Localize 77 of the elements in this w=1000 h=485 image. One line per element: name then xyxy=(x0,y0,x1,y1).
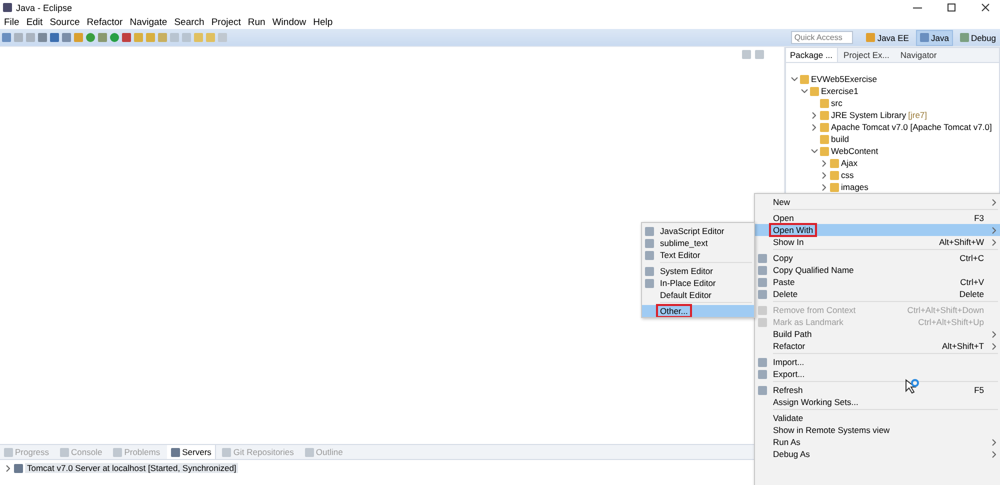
view-icon xyxy=(304,448,314,456)
view-icon xyxy=(113,448,122,456)
menu-item[interactable]: Run As xyxy=(755,436,1000,448)
menu-item[interactable]: Refresh F5 xyxy=(755,384,1000,396)
view-tab[interactable]: Servers xyxy=(167,445,216,459)
quick-access-field[interactable]: Quick Access xyxy=(791,31,854,44)
menu-bar-item[interactable]: Refactor xyxy=(86,16,123,28)
collapsed-icon[interactable] xyxy=(812,112,816,118)
menu-item[interactable]: Debug As xyxy=(755,448,1000,460)
menu-bar-item[interactable]: Edit xyxy=(26,16,43,28)
window-title: Java - Eclipse xyxy=(16,2,74,12)
menu-item[interactable]: sublime_text xyxy=(642,237,754,249)
tree-item-label[interactable]: Exercise1 xyxy=(821,86,858,96)
perspective-button[interactable]: Java EE xyxy=(862,30,913,46)
view-icon xyxy=(4,448,13,456)
menu-bar-item[interactable]: Source xyxy=(50,16,80,28)
server-item[interactable]: Tomcat v7.0 Server at localhost [Started, Synchronized] xyxy=(25,463,238,473)
view-tab[interactable]: Package ... xyxy=(786,48,838,62)
menu-item[interactable]: Open With xyxy=(755,224,1000,236)
view-tab[interactable]: Project Ex... xyxy=(840,48,894,62)
tree-item-label[interactable]: src xyxy=(831,98,842,108)
tree-item-label[interactable]: EVWeb5Exercise xyxy=(811,74,877,84)
menu-item[interactable]: Copy Ctrl+C xyxy=(755,252,1000,264)
menu-item[interactable]: Assign Working Sets... xyxy=(755,396,1000,408)
tree-item-label[interactable]: JRE System Library xyxy=(831,110,906,120)
tree-item-label[interactable]: build xyxy=(831,134,849,144)
collapsed-icon[interactable] xyxy=(6,464,10,472)
tree-item-label[interactable]: images xyxy=(841,182,868,192)
menu-item[interactable]: Build Path xyxy=(755,328,1000,340)
menu-item[interactable]: Show In Alt+Shift+W xyxy=(755,236,1000,248)
expanded-icon[interactable] xyxy=(790,77,798,81)
perspective-icon xyxy=(920,33,929,42)
view-icon xyxy=(60,448,70,456)
view-icon xyxy=(222,448,232,456)
menu-bar-item[interactable]: Search xyxy=(174,16,204,28)
menu-item[interactable]: In-Place Editor xyxy=(642,277,754,289)
tree-item-label[interactable]: WebContent xyxy=(831,146,878,156)
menu-item[interactable]: Export... xyxy=(755,368,1000,380)
perspective-icon xyxy=(960,33,969,42)
menu-item[interactable]: Open F3 xyxy=(755,212,1000,224)
expanded-icon[interactable] xyxy=(810,149,818,153)
app-icon xyxy=(3,3,12,12)
tree-item-decoration: [jre7] xyxy=(908,110,928,120)
menu-bar-item[interactable]: Project xyxy=(211,16,241,28)
close-icon[interactable] xyxy=(980,3,990,12)
menu-item[interactable]: System Editor xyxy=(642,265,754,277)
menu-item[interactable]: Other... xyxy=(642,305,754,317)
menu-item[interactable]: Delete Delete xyxy=(755,288,1000,300)
menu-bar-item[interactable]: Window xyxy=(272,16,306,28)
tree-item-label[interactable]: Ajax xyxy=(841,158,858,168)
tree-item-label[interactable]: Apache Tomcat v7.0 [Apache Tomcat v7.0] xyxy=(831,122,992,132)
menu-bar-item[interactable]: Run xyxy=(248,16,266,28)
tree-item-label[interactable]: css xyxy=(841,170,854,180)
menu-bar-item[interactable]: Navigate xyxy=(130,16,168,28)
menu-item[interactable]: JavaScript Editor xyxy=(642,225,754,237)
menu-item[interactable]: Text Editor xyxy=(642,249,754,261)
collapsed-icon[interactable] xyxy=(822,184,826,190)
menu-item[interactable]: Refactor Alt+Shift+T xyxy=(755,340,1000,352)
collapsed-icon[interactable] xyxy=(812,124,816,130)
menu-item[interactable]: Default Editor xyxy=(642,289,754,301)
perspective-button[interactable]: Java xyxy=(916,30,953,46)
view-tab[interactable]: Navigator xyxy=(896,48,942,62)
menu-item[interactable]: New xyxy=(755,196,1000,208)
menu-item[interactable]: Validate xyxy=(755,412,1000,424)
view-icon xyxy=(171,448,180,456)
menu-item[interactable]: Show in Remote Systems view xyxy=(755,424,1000,436)
menu-item[interactable]: Paste Ctrl+V xyxy=(755,276,1000,288)
menu-bar-item[interactable]: File xyxy=(4,16,20,28)
menu-item[interactable]: Copy Qualified Name xyxy=(755,264,1000,276)
perspective-button[interactable]: Debug xyxy=(956,30,1000,46)
collapsed-icon[interactable] xyxy=(822,172,826,178)
menu-item[interactable]: Import... xyxy=(755,356,1000,368)
expanded-icon[interactable] xyxy=(800,89,808,93)
menu-bar-item[interactable]: Help xyxy=(313,16,333,28)
perspective-icon xyxy=(866,33,876,42)
cursor-icon xyxy=(904,378,920,396)
collapsed-icon[interactable] xyxy=(822,160,826,166)
